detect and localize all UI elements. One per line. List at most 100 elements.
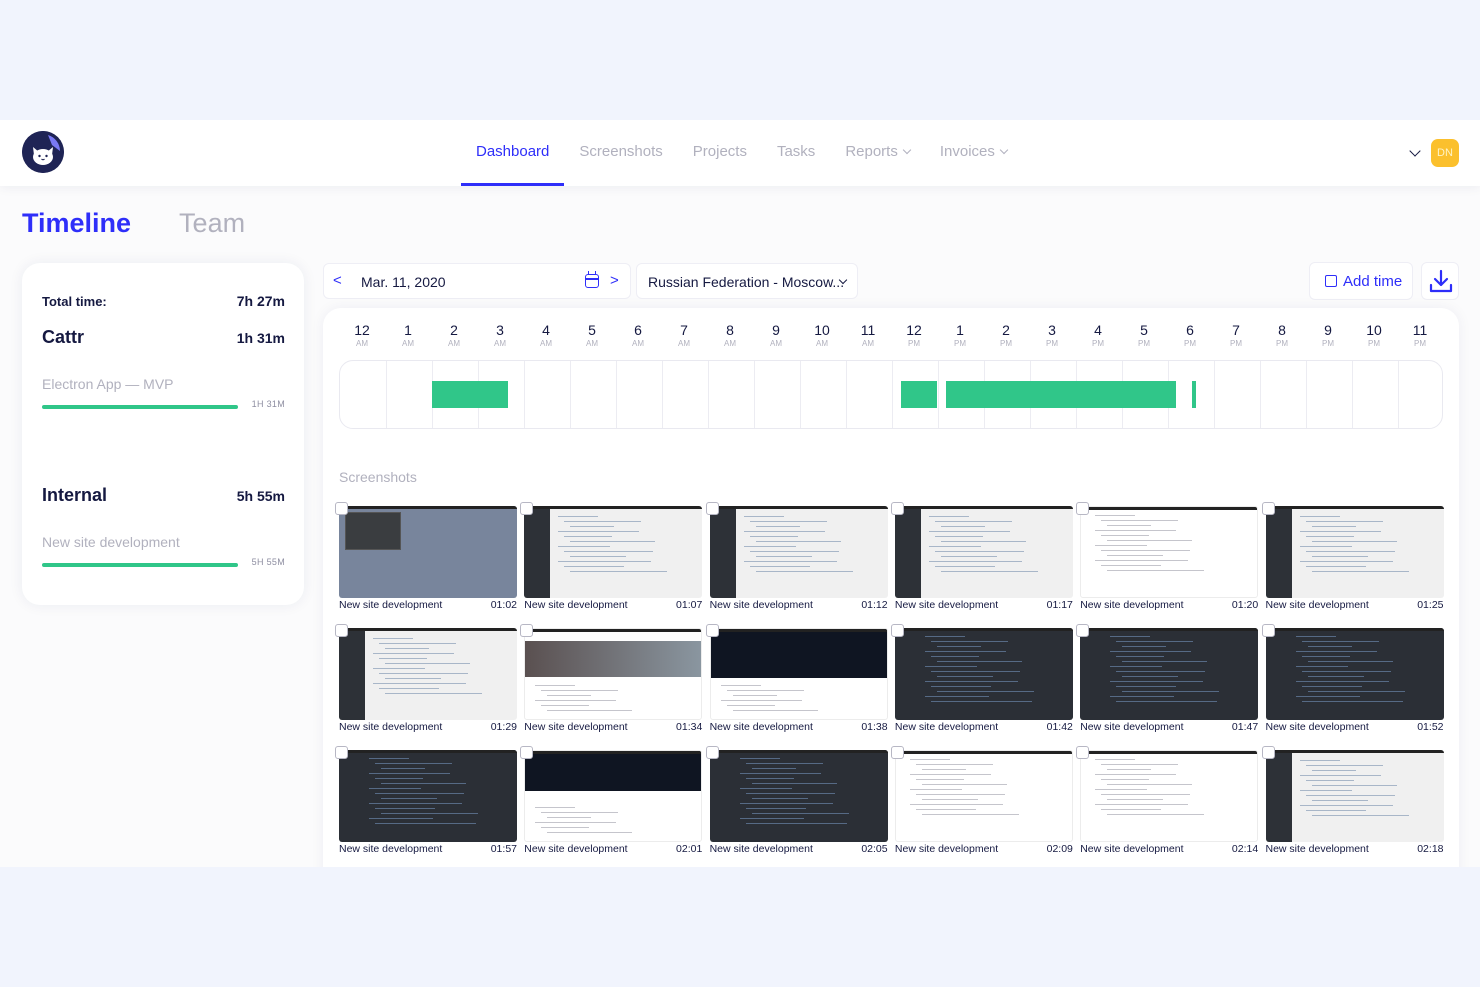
nav-item-tasks[interactable]: Tasks: [762, 120, 830, 186]
nav-item-dashboard[interactable]: Dashboard: [461, 120, 565, 186]
user-menu-chevron-icon[interactable]: [1409, 145, 1421, 157]
screenshot-card[interactable]: New site development 02:18: [1261, 746, 1444, 860]
screenshot-card[interactable]: New site development 02:14: [1076, 746, 1259, 860]
screenshot-thumbnail[interactable]: [1080, 750, 1259, 842]
tab-team[interactable]: Team: [179, 206, 245, 240]
screenshot-card[interactable]: New site development 01:42: [890, 624, 1073, 738]
screenshot-card[interactable]: New site development 02:05: [705, 746, 888, 860]
nav-item-screenshots[interactable]: Screenshots: [564, 120, 677, 186]
download-button[interactable]: [1421, 262, 1459, 300]
screenshot-task-name: New site development: [1265, 721, 1369, 733]
hour-gridline: [1398, 361, 1399, 428]
time-interval-segment[interactable]: [432, 381, 508, 408]
screenshot-checkbox[interactable]: [890, 502, 904, 515]
chevron-down-icon: [999, 145, 1009, 155]
screenshot-checkbox[interactable]: [520, 746, 534, 759]
screenshot-card[interactable]: New site development 01:20: [1076, 502, 1259, 616]
task-name[interactable]: New site development: [42, 534, 180, 550]
screenshot-checkbox[interactable]: [890, 746, 904, 759]
calendar-icon[interactable]: [585, 271, 599, 288]
screenshot-thumbnail[interactable]: [524, 628, 703, 720]
screenshot-thumbnail[interactable]: [1265, 628, 1444, 720]
project-name[interactable]: Internal: [42, 485, 107, 506]
thumbnail-text-line: [930, 701, 1032, 702]
screenshot-thumbnail[interactable]: [1265, 750, 1444, 842]
screenshot-thumbnail[interactable]: [894, 506, 1073, 598]
screenshot-checkbox[interactable]: [705, 624, 719, 637]
screenshot-thumbnail[interactable]: [339, 750, 517, 842]
screenshot-task-name: New site development: [709, 843, 813, 855]
screenshot-card[interactable]: New site development 01:07: [520, 502, 703, 616]
screenshot-thumbnail[interactable]: [524, 506, 703, 598]
screenshot-checkbox[interactable]: [1261, 624, 1275, 637]
screenshot-checkbox[interactable]: [335, 502, 348, 515]
screenshot-card[interactable]: New site development 01:12: [705, 502, 888, 616]
screenshot-checkbox[interactable]: [705, 502, 719, 515]
screenshot-thumbnail[interactable]: [524, 750, 703, 842]
timeline-hour-label: 9 PM: [1308, 322, 1348, 350]
screenshot-checkbox[interactable]: [335, 624, 348, 637]
screenshot-card[interactable]: New site development 01:34: [520, 624, 703, 738]
nav-item-projects[interactable]: Projects: [678, 120, 762, 186]
task-time: 5H 55M: [251, 557, 285, 567]
screenshot-checkbox[interactable]: [1076, 502, 1090, 515]
screenshot-card[interactable]: New site development 02:01: [520, 746, 703, 860]
hour-number: 6: [1186, 322, 1194, 338]
screenshot-card[interactable]: New site development 01:29: [335, 624, 517, 738]
hour-number: 9: [1324, 322, 1332, 338]
screenshot-checkbox[interactable]: [1261, 746, 1275, 759]
timeline-track[interactable]: [339, 360, 1443, 429]
thumbnail-text-line: [739, 818, 804, 819]
screenshot-checkbox[interactable]: [520, 502, 534, 515]
screenshot-thumbnail[interactable]: [709, 506, 888, 598]
tab-timeline[interactable]: Timeline: [22, 206, 131, 240]
screenshot-thumbnail[interactable]: [894, 628, 1073, 720]
screenshot-thumbnail[interactable]: [709, 628, 888, 720]
screenshot-checkbox[interactable]: [1076, 624, 1090, 637]
screenshot-card[interactable]: New site development 01:17: [890, 502, 1073, 616]
screenshot-task-name: New site development: [709, 599, 813, 611]
user-avatar[interactable]: DN: [1431, 139, 1459, 167]
time-interval-segment[interactable]: [1191, 381, 1196, 408]
nav-item-invoices[interactable]: Invoices: [925, 120, 1022, 186]
add-time-button[interactable]: Add time: [1309, 262, 1413, 300]
screenshot-thumbnail[interactable]: [709, 750, 888, 842]
time-interval-segment[interactable]: [901, 381, 938, 408]
thumbnail-text-line: [1301, 641, 1379, 642]
screenshot-thumbnail[interactable]: [1080, 506, 1259, 598]
nav-item-reports[interactable]: Reports: [830, 120, 925, 186]
hour-period: AM: [494, 339, 506, 348]
task-time: 1H 31M: [251, 399, 285, 409]
screenshot-card[interactable]: New site development 01:57: [335, 746, 517, 860]
screenshot-card[interactable]: New site development 01:02: [335, 502, 517, 616]
timeline-hour-label: 12 PM: [894, 322, 934, 350]
screenshot-card[interactable]: New site development 01:52: [1261, 624, 1444, 738]
time-interval-segment[interactable]: [946, 381, 1177, 408]
screenshot-checkbox[interactable]: [1076, 746, 1090, 759]
project-name[interactable]: Cattr: [42, 327, 84, 348]
screenshot-thumbnail[interactable]: [1080, 628, 1259, 720]
screenshot-thumbnail[interactable]: [894, 750, 1073, 842]
screenshot-card[interactable]: New site development 01:38: [705, 624, 888, 738]
thumbnail-text-line: [381, 813, 478, 814]
cattr-logo-icon[interactable]: [22, 131, 64, 173]
screenshot-thumbnail[interactable]: [339, 506, 517, 598]
next-day-button[interactable]: >: [610, 272, 619, 289]
screenshot-checkbox[interactable]: [335, 746, 348, 759]
task-name[interactable]: Electron App — MVP: [42, 376, 174, 392]
screenshot-card[interactable]: New site development 01:25: [1261, 502, 1444, 616]
screenshot-card[interactable]: New site development 02:09: [890, 746, 1073, 860]
thumbnail-text-line: [1095, 789, 1148, 790]
screenshot-thumbnail[interactable]: [339, 628, 517, 720]
screenshot-checkbox[interactable]: [1261, 502, 1275, 515]
screenshot-checkbox[interactable]: [890, 624, 904, 637]
screenshot-checkbox[interactable]: [520, 624, 534, 637]
previous-day-button[interactable]: <: [333, 272, 342, 289]
timezone-select[interactable]: Russian Federation - Moscow...: [636, 263, 858, 299]
thumbnail-text-line: [1095, 515, 1136, 516]
screenshot-thumbnail[interactable]: [1265, 506, 1444, 598]
screenshot-checkbox[interactable]: [705, 746, 719, 759]
date-input[interactable]: Mar. 11, 2020: [361, 274, 446, 290]
hour-gridline: [524, 361, 525, 428]
screenshot-card[interactable]: New site development 01:47: [1076, 624, 1259, 738]
